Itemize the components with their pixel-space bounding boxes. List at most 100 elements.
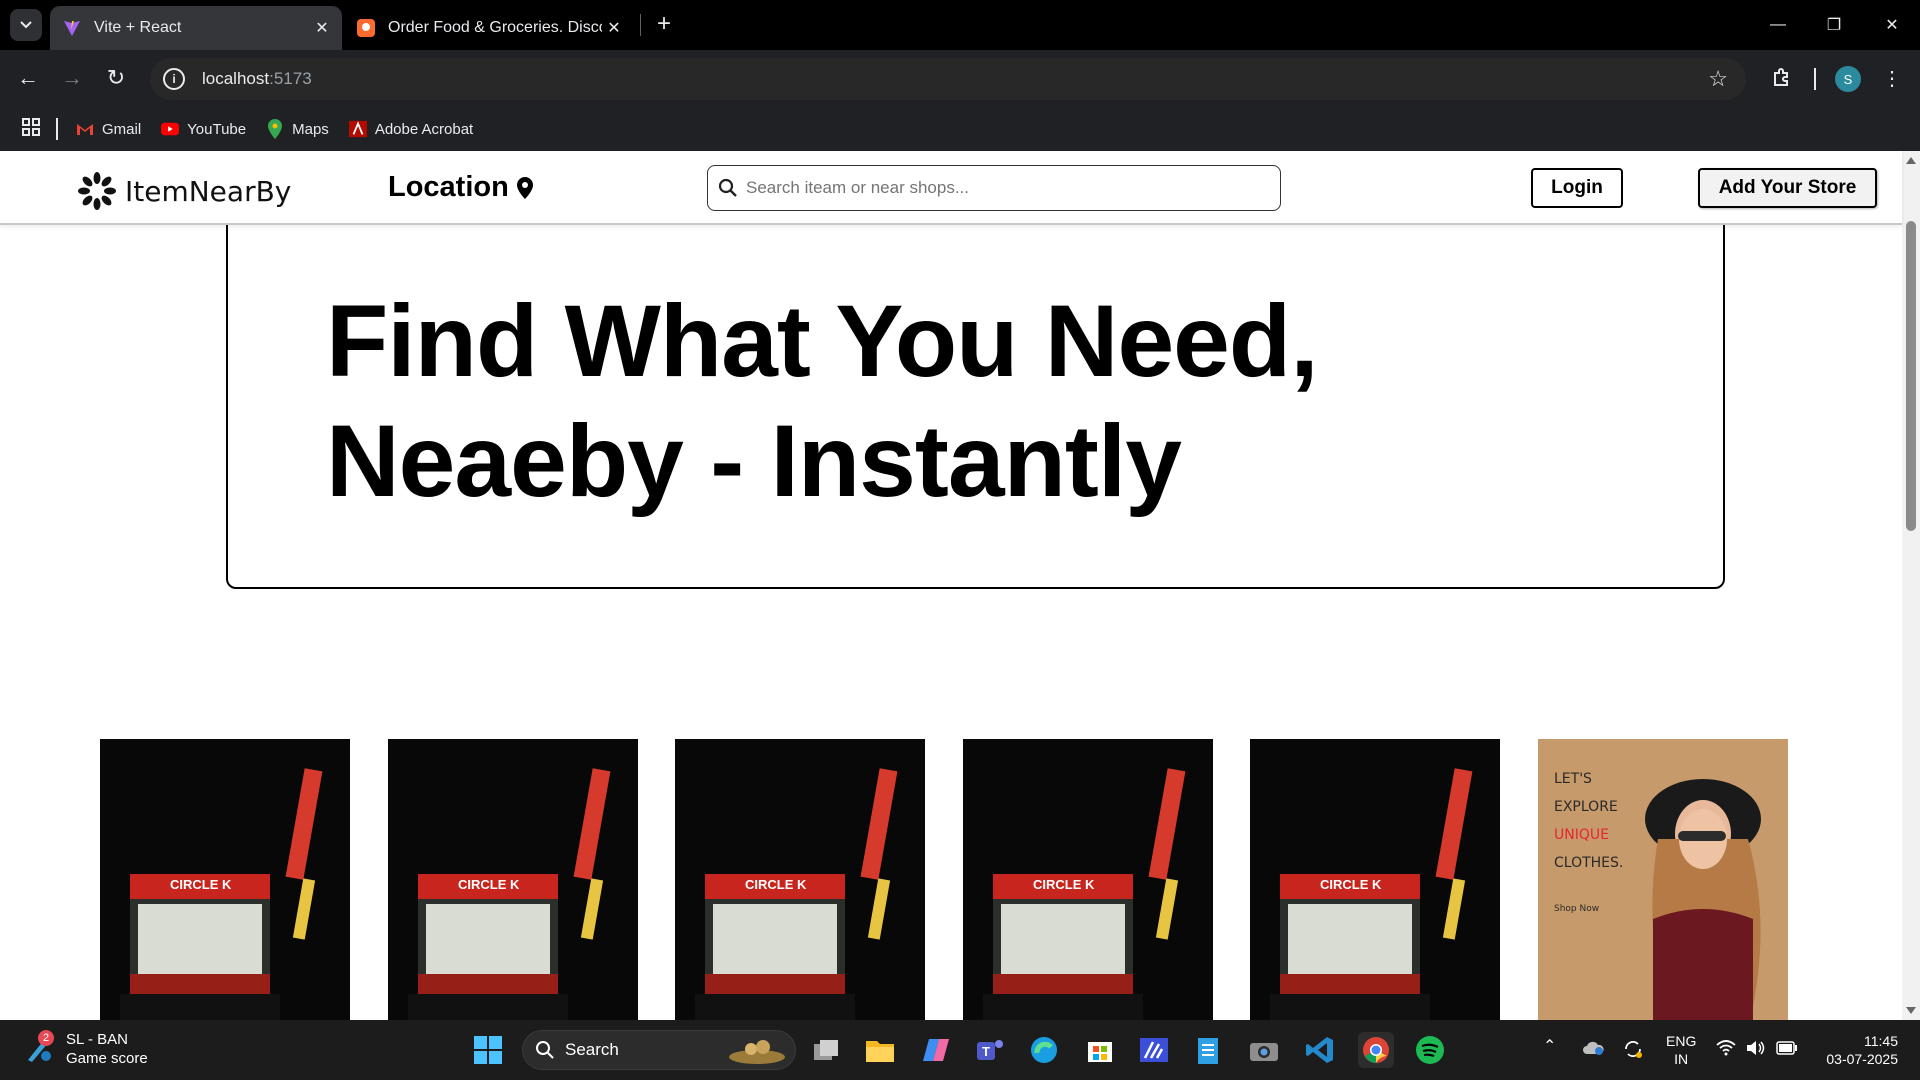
bookmark-star-icon[interactable]: ☆ <box>1708 66 1728 92</box>
bookmark-youtube[interactable]: YouTube <box>161 120 246 138</box>
close-tab-icon[interactable]: ✕ <box>602 18 626 38</box>
toolbar-divider <box>1814 68 1816 90</box>
scroll-up-arrow[interactable] <box>1906 157 1916 164</box>
shop-card[interactable]: CIRCLE K <box>1250 739 1500 1020</box>
language-indicator[interactable]: ENG IN <box>1666 1032 1696 1068</box>
bookmark-adobe-acrobat[interactable]: Adobe Acrobat <box>348 120 473 138</box>
address-bar[interactable]: i localhost:5173 ☆ <box>150 58 1746 100</box>
search-bar[interactable] <box>707 165 1281 211</box>
tab-separator <box>640 14 641 36</box>
bookmark-divider <box>56 118 58 140</box>
site-info-icon[interactable]: i <box>163 68 185 90</box>
store-sign: CIRCLE K <box>1320 877 1382 892</box>
store-sign: CIRCLE K <box>458 877 520 892</box>
search-icon <box>536 1041 554 1059</box>
hero-banner: Find What You Need, Neaeby - Instantly <box>226 211 1725 589</box>
cricket-icon: 2 <box>24 1030 54 1064</box>
camera-icon[interactable] <box>1246 1032 1282 1068</box>
svg-text:T: T <box>982 1044 990 1059</box>
close-window-button[interactable]: ✕ <box>1864 0 1920 50</box>
site-logo[interactable]: ItemNearBy <box>77 171 291 211</box>
hero-title: Find What You Need, Neaeby - Instantly <box>326 284 1319 518</box>
vscode-icon[interactable] <box>1302 1032 1338 1068</box>
forward-button[interactable]: → <box>56 62 88 94</box>
search-input[interactable] <box>746 178 1246 198</box>
shop-card[interactable]: CIRCLE K <box>388 739 638 1020</box>
copilot-icon[interactable] <box>918 1032 954 1068</box>
file-explorer-icon[interactable] <box>862 1032 898 1068</box>
fashion-ad-card[interactable]: LET'S EXPLORE UNIQUE CLOTHES. Shop Now <box>1538 739 1788 1020</box>
tab-strip: Vite + React ✕ Order Food & Groceries. D… <box>0 0 1920 50</box>
microsoft-store-icon[interactable] <box>1082 1032 1118 1068</box>
sparkle-logo-icon <box>78 172 116 210</box>
widget-title: SL - BAN <box>66 1031 128 1048</box>
tab-order-food[interactable]: Order Food & Groceries. Discov ✕ <box>344 6 634 50</box>
shop-card[interactable]: CIRCLE K <box>963 739 1213 1020</box>
page-viewport: ItemNearBy Location Login Add Your Store… <box>0 151 1920 1020</box>
site-navbar: ItemNearBy Location Login Add Your Store <box>0 151 1902 225</box>
task-view-icon[interactable] <box>808 1032 844 1068</box>
sync-icon[interactable] <box>1622 1038 1644 1064</box>
tab-title: Vite + React <box>94 19 182 36</box>
menu-kebab-icon[interactable]: ⋮ <box>1876 62 1908 94</box>
reload-button[interactable]: ↻ <box>100 62 132 94</box>
edge-icon[interactable] <box>1026 1032 1062 1068</box>
scrollbar-thumb[interactable] <box>1906 221 1916 531</box>
bookmark-gmail[interactable]: Gmail <box>76 120 141 138</box>
gmail-icon <box>76 120 94 138</box>
close-tab-icon[interactable]: ✕ <box>310 18 334 38</box>
widget-subtitle: Game score <box>66 1050 148 1067</box>
location-selector[interactable]: Location <box>388 171 533 204</box>
login-button[interactable]: Login <box>1531 168 1623 208</box>
volume-icon[interactable] <box>1746 1040 1766 1060</box>
back-button[interactable]: ← <box>12 62 44 94</box>
add-store-button[interactable]: Add Your Store <box>1698 168 1877 208</box>
tab-title: Order Food & Groceries. Discov <box>388 19 602 36</box>
whiteboard-icon[interactable] <box>1136 1032 1172 1068</box>
store-sign: CIRCLE K <box>745 877 807 892</box>
tab-search-button[interactable] <box>10 9 42 41</box>
shop-card[interactable]: CIRCLE K <box>100 739 350 1020</box>
spotify-icon[interactable] <box>1412 1032 1448 1068</box>
search-icon <box>718 178 737 197</box>
chevron-down-icon <box>20 21 32 29</box>
ad-text: LET'S EXPLORE UNIQUE CLOTHES. Shop Now <box>1554 771 1624 914</box>
notepad-icon[interactable] <box>1190 1032 1226 1068</box>
battery-icon[interactable] <box>1776 1041 1798 1059</box>
minimize-button[interactable]: — <box>1750 0 1806 50</box>
notification-badge: 2 <box>38 1030 54 1046</box>
teams-icon[interactable]: T <box>972 1032 1008 1068</box>
swiggy-icon <box>356 18 376 38</box>
map-pin-icon <box>516 176 533 199</box>
youtube-icon <box>161 120 180 138</box>
widget-cricket-score[interactable]: 2 SL - BAN Game score <box>24 1030 148 1068</box>
acrobat-icon <box>348 120 367 138</box>
windows-taskbar: 2 SL - BAN Game score Search T ⌃ ENG IN … <box>0 1020 1920 1080</box>
tray-overflow-chevron-icon[interactable]: ⌃ <box>1543 1038 1556 1056</box>
taskbar-search[interactable]: Search <box>522 1030 796 1070</box>
windows-start-icon[interactable] <box>470 1032 506 1068</box>
vite-icon <box>62 18 82 38</box>
browser-chrome: Vite + React ✕ Order Food & Groceries. D… <box>0 0 1920 151</box>
bookmarks-bar: Gmail YouTube Maps Adobe Acrobat <box>0 108 1920 150</box>
bookmark-maps[interactable]: Maps <box>266 119 329 139</box>
url-text: localhost:5173 <box>202 69 312 88</box>
chrome-icon[interactable] <box>1358 1032 1394 1068</box>
brand-name: ItemNearBy <box>125 174 292 208</box>
extensions-icon[interactable] <box>1766 62 1798 94</box>
apps-grid-icon[interactable] <box>22 117 40 141</box>
new-tab-button[interactable]: + <box>650 10 678 38</box>
restore-button[interactable]: ❐ <box>1806 0 1862 50</box>
onedrive-icon[interactable] <box>1582 1040 1604 1060</box>
clock[interactable]: 11:45 03-07-2025 <box>1812 1032 1898 1068</box>
store-sign: CIRCLE K <box>1033 877 1095 892</box>
page-scrollbar[interactable] <box>1902 151 1920 1020</box>
shop-card[interactable]: CIRCLE K <box>675 739 925 1020</box>
tab-vite-react[interactable]: Vite + React ✕ <box>50 6 342 50</box>
store-sign: CIRCLE K <box>170 877 232 892</box>
wifi-icon[interactable] <box>1716 1040 1736 1060</box>
maps-icon <box>266 119 284 139</box>
profile-avatar[interactable]: S <box>1835 66 1861 92</box>
scroll-down-arrow[interactable] <box>1906 1007 1916 1014</box>
search-highlight-icon <box>727 1035 787 1065</box>
